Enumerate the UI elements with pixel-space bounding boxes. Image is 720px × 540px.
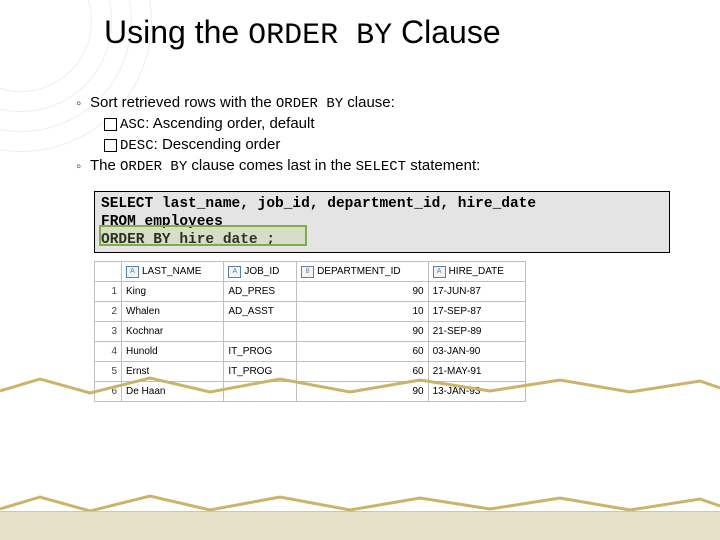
cell-last: De Haan	[122, 382, 224, 402]
cell-last: Kochnar	[122, 322, 224, 342]
table-row: 1 King AD_PRES 90 17-JUN-87	[95, 282, 526, 302]
cell-last: Whalen	[122, 302, 224, 322]
row-number: 1	[95, 282, 122, 302]
cell-hire: 03-JAN-90	[428, 342, 525, 362]
code-line-3: ORDER BY hire_date ;	[101, 231, 663, 249]
table-row: 2 Whalen AD_ASST 10 17-SEP-87	[95, 302, 526, 322]
th-dept: DEPARTMENT_ID	[317, 266, 401, 277]
bullet-2-text: The ORDER BY clause comes last in the SE…	[90, 156, 686, 177]
body-text: ◦ Sort retrieved rows with the ORDER BY …	[76, 93, 686, 177]
row-number-header	[95, 262, 122, 282]
cell-hire: 17-JUN-87	[428, 282, 525, 302]
bullet-marker: ◦	[76, 93, 90, 156]
cell-hire: 21-SEP-89	[428, 322, 525, 342]
cell-job: AD_ASST	[224, 302, 297, 322]
code-line-1: SELECT last_name, job_id, department_id,…	[101, 195, 663, 213]
col-last-name: ALAST_NAME	[122, 262, 224, 282]
text-type-icon: A	[433, 266, 446, 278]
code-block: SELECT last_name, job_id, department_id,…	[94, 191, 670, 253]
sub-2-text: DESC: Descending order	[120, 135, 280, 156]
num-type-icon: 8	[301, 266, 314, 278]
table-row: 5 Ernst IT_PROG 60 21-MAY-91	[95, 362, 526, 382]
title-post: Clause	[392, 14, 501, 50]
b2-code2: SELECT	[356, 159, 406, 175]
sub-1-text: ASC: Ascending order, default	[120, 114, 315, 135]
cell-dept: 60	[297, 362, 429, 382]
cell-dept: 60	[297, 342, 429, 362]
table-header-row: ALAST_NAME AJOB_ID 8DEPARTMENT_ID AHIRE_…	[95, 262, 526, 282]
result-table: ALAST_NAME AJOB_ID 8DEPARTMENT_ID AHIRE_…	[94, 261, 526, 402]
cell-last: Hunold	[122, 342, 224, 362]
bullet-2: ◦ The ORDER BY clause comes last in the …	[76, 156, 686, 177]
sub-2: DESC: Descending order	[104, 135, 686, 156]
b2-mid: clause comes last in the	[187, 157, 355, 174]
cell-hire: 17-SEP-87	[428, 302, 525, 322]
row-number: 4	[95, 342, 122, 362]
cell-job: AD_PRES	[224, 282, 297, 302]
cell-hire: 21-MAY-91	[428, 362, 525, 382]
table-row: 6 De Haan 90 13-JAN-93	[95, 382, 526, 402]
cell-job: IT_PROG	[224, 362, 297, 382]
cell-job: IT_PROG	[224, 342, 297, 362]
s2-code: DESC	[120, 138, 154, 154]
s1-post: : Ascending order, default	[145, 115, 314, 132]
col-hire-date: AHIRE_DATE	[428, 262, 525, 282]
row-number: 2	[95, 302, 122, 322]
b1-pre: Sort retrieved rows with the	[90, 94, 276, 111]
title-pre: Using the	[104, 14, 248, 50]
table-row: 4 Hunold IT_PROG 60 03-JAN-90	[95, 342, 526, 362]
text-type-icon: A	[126, 266, 139, 278]
bullet-1: ◦ Sort retrieved rows with the ORDER BY …	[76, 93, 686, 156]
th-hire: HIRE_DATE	[449, 266, 504, 277]
page-title: Using the ORDER BY Clause	[104, 14, 696, 53]
cell-dept: 90	[297, 382, 429, 402]
table-row: 3 Kochnar 90 21-SEP-89	[95, 322, 526, 342]
code-l3a: ORDER BY hire_date	[101, 232, 258, 248]
cell-job	[224, 382, 297, 402]
code-l3b: ;	[258, 232, 275, 248]
s1-code: ASC	[120, 117, 145, 133]
text-type-icon: A	[228, 266, 241, 278]
bullet-1-text: Sort retrieved rows with the ORDER BY cl…	[90, 93, 686, 156]
cell-dept: 90	[297, 322, 429, 342]
cell-job	[224, 322, 297, 342]
title-code: ORDER BY	[248, 19, 392, 53]
checkbox-icon	[104, 139, 117, 152]
cell-dept: 90	[297, 282, 429, 302]
code-line-2: FROM employees	[101, 213, 663, 231]
cell-dept: 10	[297, 302, 429, 322]
checkbox-icon	[104, 118, 117, 131]
b2-pre: The	[90, 157, 120, 174]
b2-post: statement:	[406, 157, 480, 174]
th-last: LAST_NAME	[142, 266, 201, 277]
cell-last: King	[122, 282, 224, 302]
cell-hire: 13-JAN-93	[428, 382, 525, 402]
b1-post: clause:	[343, 94, 395, 111]
th-job: JOB_ID	[244, 266, 279, 277]
row-number: 5	[95, 362, 122, 382]
slide: Using the ORDER BY Clause ◦ Sort retriev…	[0, 0, 720, 540]
b1-code: ORDER BY	[276, 96, 343, 112]
sub-1: ASC: Ascending order, default	[104, 114, 686, 135]
col-department-id: 8DEPARTMENT_ID	[297, 262, 429, 282]
s2-post: : Descending order	[154, 136, 281, 153]
footer-bar	[0, 511, 720, 540]
bullet-marker: ◦	[76, 156, 90, 177]
cell-last: Ernst	[122, 362, 224, 382]
row-number: 3	[95, 322, 122, 342]
row-number: 6	[95, 382, 122, 402]
b2-code1: ORDER BY	[120, 159, 187, 175]
col-job-id: AJOB_ID	[224, 262, 297, 282]
